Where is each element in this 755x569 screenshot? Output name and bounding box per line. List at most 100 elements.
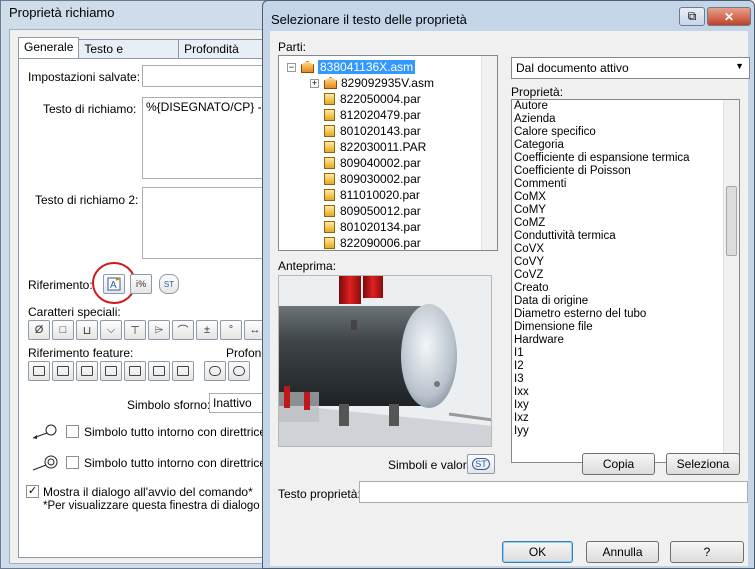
special-char-button[interactable]: □ (52, 320, 74, 340)
feature-ref-button[interactable] (172, 361, 194, 381)
scrollbar-thumb[interactable] (726, 186, 737, 256)
countersink-icon (81, 366, 93, 376)
property-item[interactable]: Dimensione file (512, 321, 739, 334)
property-item[interactable]: Categoria (512, 139, 739, 152)
property-item[interactable]: CoVY (512, 256, 739, 269)
property-item[interactable]: CoMZ (512, 217, 739, 230)
properties-list[interactable]: Autore Azienda Calore specifico Categoria Co… (511, 99, 740, 463)
property-item[interactable]: CoMY (512, 204, 739, 217)
tree-node[interactable]: 809030002.par (310, 171, 421, 187)
all-around-label-2: Simbolo tutto intorno con direttrice (84, 456, 267, 470)
copy-button[interactable]: Copia (582, 453, 655, 475)
tab-generale[interactable]: Generale (18, 37, 80, 58)
special-char-button[interactable]: Ø (28, 320, 50, 340)
st-icon: ST (472, 458, 490, 470)
feature-ref-button[interactable] (148, 361, 170, 381)
feature-ref-button[interactable] (124, 361, 146, 381)
property-item[interactable]: Ixz (512, 412, 739, 425)
tree-node[interactable]: 822050004.par (310, 91, 421, 107)
tree-node[interactable]: 801020134.par (310, 219, 421, 235)
property-item[interactable]: Coefficiente di espansione termica (512, 152, 739, 165)
property-item[interactable]: Ixy (512, 399, 739, 412)
all-around-checkbox-1[interactable] (66, 425, 79, 438)
tree-node[interactable]: +829092935V.asm (310, 75, 434, 91)
preview-image (278, 275, 492, 447)
tree-node-label: 809050012.par (340, 204, 421, 218)
saved-settings-combo[interactable] (142, 65, 282, 87)
property-item[interactable]: I1 (512, 347, 739, 360)
ok-button[interactable]: OK (502, 541, 573, 563)
tab-testo-riferimento[interactable]: Testo e riferimento (78, 39, 180, 70)
tree-node[interactable]: 809050012.par (310, 203, 421, 219)
tree-node-label: 801020143.par (340, 124, 421, 138)
expand-icon[interactable]: + (310, 78, 319, 88)
special-char-button[interactable]: ⌲ (148, 320, 170, 340)
feature-ref-button[interactable] (28, 361, 50, 381)
special-char-button[interactable]: ⌒ (172, 320, 194, 340)
property-item[interactable]: Diametro esterno del tubo (512, 308, 739, 321)
property-item[interactable]: Commenti (512, 178, 739, 191)
help-button[interactable]: ? (670, 541, 744, 563)
tree-node[interactable]: 812020479.par (310, 107, 421, 123)
property-item[interactable]: Hardware (512, 334, 739, 347)
callout-text-field[interactable]: %{DISEGNATO/CP} - % (142, 97, 282, 179)
property-item[interactable]: Azienda (512, 113, 739, 126)
property-item[interactable]: Data di origine (512, 295, 739, 308)
tree-node[interactable]: 809040002.par (310, 155, 421, 171)
property-item[interactable]: Creato (512, 282, 739, 295)
part-icon (324, 189, 335, 201)
tree-node[interactable]: − 838041136X.asm (287, 59, 416, 75)
select-property-text-dialog: Selezionare il testo delle proprietà ⧉ ✕… (262, 0, 755, 569)
cancel-button[interactable]: Annulla (586, 541, 659, 563)
assembly-icon (324, 77, 337, 89)
special-chars-label: Caratteri speciali: (28, 305, 121, 319)
leader-all-around-icon-2 (32, 455, 58, 471)
close-button[interactable]: ✕ (707, 7, 751, 26)
property-item[interactable]: Autore (512, 100, 739, 113)
feature-ref-button[interactable] (76, 361, 98, 381)
part-icon (324, 237, 335, 249)
property-index-button[interactable]: ⅰ% (130, 274, 152, 294)
feature-ref-button[interactable] (228, 361, 250, 381)
tree-node[interactable]: 801020143.par (310, 123, 421, 139)
properties-scrollbar[interactable] (723, 100, 739, 462)
property-item[interactable]: I3 (512, 373, 739, 386)
restore-icon: ⧉ (687, 9, 697, 23)
special-char-button[interactable]: ⊔ (76, 320, 98, 340)
collapse-icon[interactable]: − (287, 62, 296, 72)
feature-ref-button[interactable] (204, 361, 226, 381)
special-char-button[interactable]: ± (196, 320, 218, 340)
property-item[interactable]: CoVX (512, 243, 739, 256)
show-dialog-checkbox[interactable]: ✓ (26, 485, 39, 498)
property-item[interactable]: Coefficiente di Poisson (512, 165, 739, 178)
property-item[interactable]: Ixx (512, 386, 739, 399)
special-char-button[interactable]: ⊤ (124, 320, 146, 340)
callout-text2-field[interactable] (142, 187, 282, 259)
property-item[interactable]: Conduttività termica (512, 230, 739, 243)
feature-ref-button[interactable] (52, 361, 74, 381)
property-item[interactable]: I2 (512, 360, 739, 373)
tree-scrollbar[interactable] (481, 56, 497, 250)
st-symbol-button[interactable]: ST (159, 274, 179, 294)
part-icon (324, 173, 335, 185)
property-item[interactable]: Iyy (512, 425, 739, 438)
select-button[interactable]: Seleziona (666, 453, 740, 475)
property-item[interactable]: Calore specifico (512, 126, 739, 139)
special-char-button[interactable]: ° (220, 320, 242, 340)
special-char-button[interactable]: ⌵ (100, 320, 122, 340)
symbols-st-button[interactable]: ST (467, 454, 495, 474)
tree-node[interactable]: 822090006.par (310, 235, 421, 250)
tree-node[interactable]: 811010020.par (310, 187, 420, 203)
callout-properties-dialog: Proprietà richiamo Generale Testo e rife… (0, 0, 290, 569)
all-around-checkbox-2[interactable] (66, 456, 79, 469)
tab-profondita-smart[interactable]: Profondità Smart (178, 39, 271, 70)
feature-ref-button[interactable] (100, 361, 122, 381)
feature-ref-label: Riferimento feature: (28, 346, 134, 360)
parts-tree[interactable]: −838041136X.asm +829092935V.asm 822050004.… (278, 55, 498, 251)
property-text-field[interactable] (359, 481, 748, 503)
property-item[interactable]: CoMX (512, 191, 739, 204)
restore-button[interactable]: ⧉ (679, 7, 705, 26)
tree-node[interactable]: 822030011.PAR (310, 139, 426, 155)
property-item[interactable]: CoVZ (512, 269, 739, 282)
source-select[interactable]: Dal documento attivo ▼ (511, 57, 750, 79)
